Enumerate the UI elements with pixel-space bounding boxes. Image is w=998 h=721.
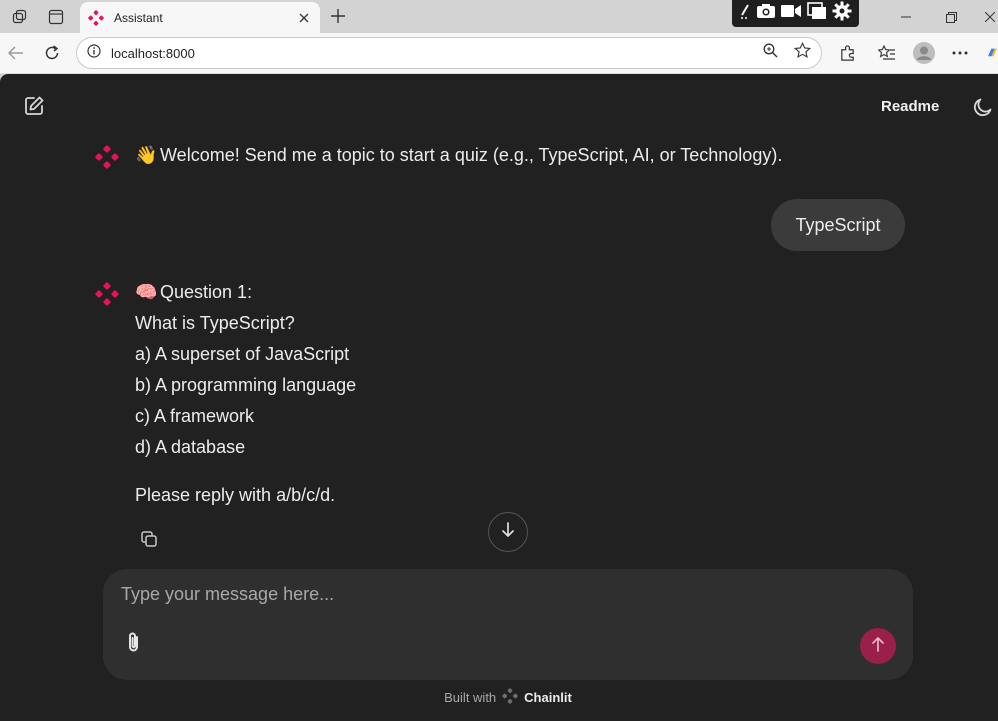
favorite-star-icon[interactable] — [793, 41, 812, 64]
user-message-text: TypeScript — [795, 214, 881, 235]
welcome-text: Welcome! Send me a topic to start a quiz… — [160, 145, 783, 165]
user-message-bubble: TypeScript — [771, 199, 905, 251]
workspaces-icon[interactable] — [10, 7, 30, 27]
copy-icon[interactable] — [139, 529, 159, 549]
camera-icon[interactable] — [756, 3, 776, 24]
message-input[interactable] — [121, 579, 841, 609]
capture-toolbar — [732, 0, 859, 27]
refresh-icon[interactable] — [42, 43, 62, 63]
new-chat-edit-icon[interactable] — [22, 94, 46, 118]
profile-avatar-icon[interactable] — [913, 42, 935, 64]
zoom-icon[interactable] — [763, 43, 778, 63]
extensions-icon[interactable] — [837, 43, 857, 63]
url-text: localhost:8000 — [111, 45, 195, 61]
info-icon[interactable] — [87, 43, 101, 63]
answer-option-c: c) A framework — [135, 406, 255, 426]
back-arrow-icon[interactable] — [6, 43, 26, 63]
message-composer — [103, 569, 913, 680]
question-title: Question 1: — [160, 282, 253, 302]
chainlit-footer-logo-icon — [502, 688, 518, 707]
window-capture-icon[interactable] — [807, 2, 827, 25]
theme-toggle-moon-icon[interactable] — [971, 95, 995, 119]
paperclip-icon[interactable] — [121, 630, 147, 656]
wave-emoji: 👋 — [135, 145, 158, 165]
minimize-icon[interactable] — [896, 8, 916, 26]
pen-icon[interactable] — [739, 2, 751, 25]
question-prompt: What is TypeScript? — [135, 313, 295, 333]
settings-gear-icon[interactable] — [832, 1, 852, 26]
assistant-avatar-icon — [95, 145, 119, 169]
footer-brand: Chainlit — [524, 690, 572, 705]
footer-prefix: Built with — [444, 690, 497, 705]
readme-link[interactable]: Readme — [881, 98, 939, 115]
arrow-down-icon — [501, 521, 515, 543]
close-tab-icon[interactable] — [294, 8, 314, 28]
answer-option-d: d) A database — [135, 437, 246, 457]
chat-app: Readme 👋 Welcome! Send me a topic to sta… — [0, 74, 998, 721]
tab-actions-icon[interactable] — [46, 7, 66, 27]
answer-option-b: b) A programming language — [135, 375, 357, 395]
address-field[interactable]: localhost:8000 — [76, 37, 822, 69]
browser-tab-bar: Assistant — [0, 0, 998, 33]
brain-emoji: 🧠 — [135, 282, 158, 302]
browser-address-bar: localhost:8000 — [0, 33, 998, 74]
arrow-up-icon — [871, 636, 885, 657]
question-heading: 🧠 Question 1: — [135, 277, 356, 308]
browser-tab-assistant[interactable]: Assistant — [80, 2, 320, 33]
answer-option-a: a) A superset of JavaScript — [135, 344, 350, 364]
tab-title: Assistant — [114, 10, 163, 25]
built-with-footer[interactable]: Built with Chainlit — [0, 688, 998, 707]
window-close-icon[interactable] — [983, 8, 997, 26]
chainlit-logo-icon — [88, 9, 104, 26]
copilot-icon[interactable] — [987, 43, 998, 63]
reply-instruction: Please reply with a/b/c/d. — [135, 485, 336, 505]
send-button[interactable] — [860, 628, 896, 664]
scroll-to-bottom-button[interactable] — [488, 512, 528, 552]
new-tab-icon[interactable] — [328, 6, 348, 26]
favorites-list-icon[interactable] — [877, 43, 897, 63]
video-icon[interactable] — [781, 4, 802, 23]
more-menu-icon[interactable] — [950, 43, 970, 63]
restore-icon[interactable] — [941, 8, 961, 26]
assistant-avatar-icon — [95, 282, 119, 306]
